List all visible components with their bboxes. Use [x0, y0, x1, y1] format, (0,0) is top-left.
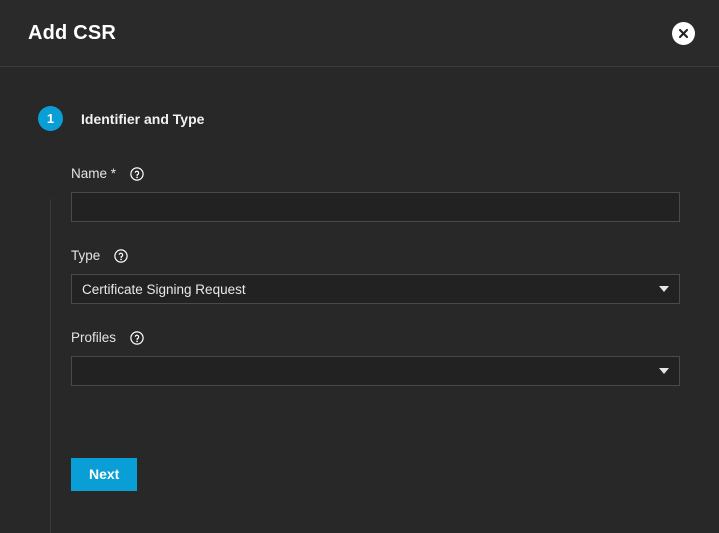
field-type-label-row: Type: [71, 247, 680, 264]
modal-body: 1 Identifier and Type Name *: [0, 67, 719, 533]
help-circle-icon[interactable]: [130, 167, 144, 181]
step-number-badge: 1: [38, 106, 63, 131]
field-type: Type Certificate Signing Request: [71, 247, 680, 304]
profiles-select-wrap: [71, 356, 680, 386]
step-header: 1 Identifier and Type: [0, 106, 204, 131]
step-content: Name * Type: [71, 165, 680, 491]
next-button[interactable]: Next: [71, 458, 137, 491]
profiles-select[interactable]: [71, 356, 680, 386]
add-csr-modal: Add CSR 1 Identifier and Type Name *: [0, 0, 719, 533]
close-icon[interactable]: [672, 22, 695, 45]
stepper-track: [50, 199, 51, 533]
help-circle-icon[interactable]: [130, 331, 144, 345]
field-type-label: Type: [71, 249, 100, 263]
field-profiles: Profiles: [71, 329, 680, 386]
field-profiles-label: Profiles: [71, 331, 116, 345]
page-title: Add CSR: [28, 23, 116, 43]
search-input name-field[interactable]: [71, 192, 680, 222]
form-actions: Next: [71, 458, 680, 491]
type-select-wrap: Certificate Signing Request: [71, 274, 680, 304]
type-select[interactable]: Certificate Signing Request: [71, 274, 680, 304]
field-name: Name *: [71, 165, 680, 222]
step-title: Identifier and Type: [81, 111, 204, 127]
help-circle-icon[interactable]: [114, 249, 128, 263]
field-name-label: Name *: [71, 167, 116, 181]
field-name-label-row: Name *: [71, 165, 680, 182]
field-profiles-label-row: Profiles: [71, 329, 680, 346]
modal-header: Add CSR: [0, 0, 719, 67]
